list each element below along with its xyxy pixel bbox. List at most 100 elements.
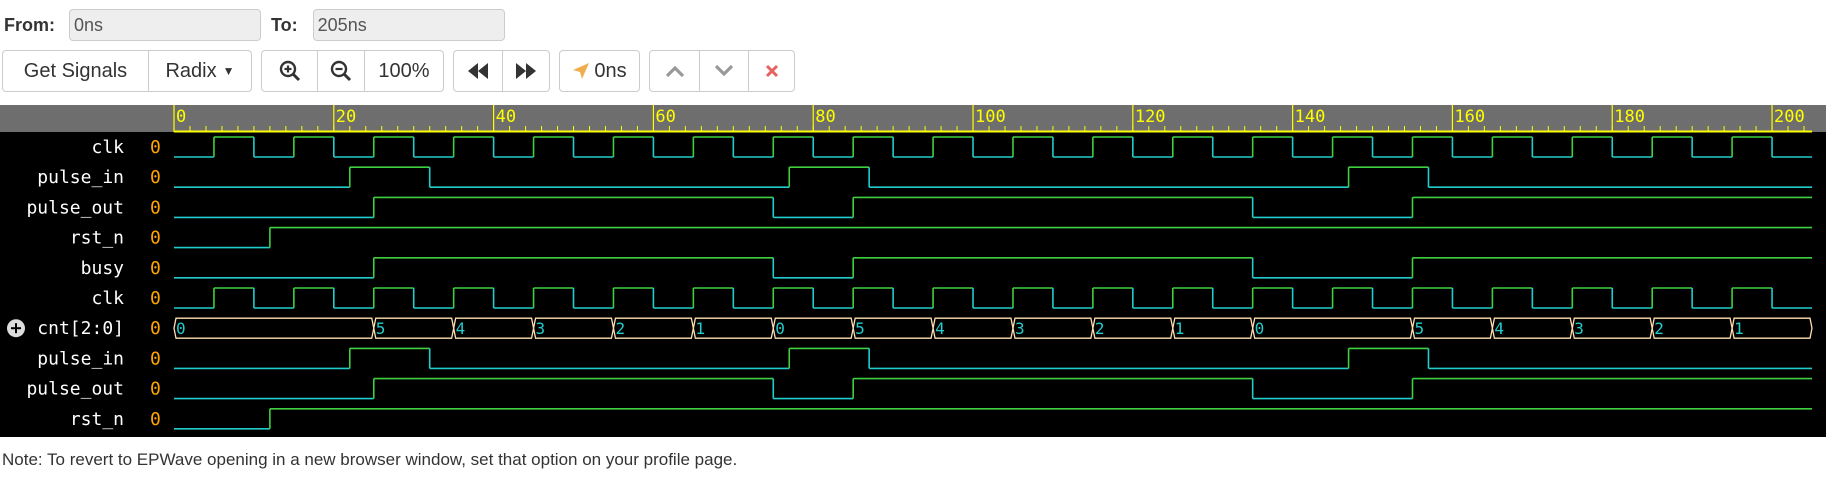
bus-value-label: 0 bbox=[775, 319, 785, 338]
bus-value-label: 2 bbox=[1654, 319, 1664, 338]
signal-name[interactable]: rst_n bbox=[70, 409, 124, 430]
bus-value-label: 1 bbox=[1734, 319, 1744, 338]
signal-value: 0 bbox=[150, 137, 161, 158]
fast-backward-icon bbox=[468, 63, 488, 79]
bus-value-label: 0 bbox=[176, 319, 186, 338]
bus-value-label: 4 bbox=[1494, 319, 1504, 338]
timeline-header bbox=[0, 105, 1826, 132]
bus-segment bbox=[1411, 317, 1494, 339]
move-up-button[interactable] bbox=[649, 50, 700, 92]
bus-segment bbox=[1012, 317, 1094, 339]
bus-segment bbox=[173, 317, 375, 339]
signal-value: 0 bbox=[150, 318, 161, 339]
timeline-tick-label: 160 bbox=[1454, 107, 1485, 127]
next-edge-button[interactable] bbox=[502, 50, 550, 92]
chevron-up-icon bbox=[665, 65, 684, 78]
bus-value-label: 4 bbox=[456, 319, 466, 338]
bus-value-label: 2 bbox=[615, 319, 625, 338]
bus-segment bbox=[373, 317, 455, 339]
bus-value-label: 1 bbox=[1175, 319, 1185, 338]
radix-label: Radix bbox=[165, 59, 217, 82]
timeline-tick-label: 180 bbox=[1614, 107, 1645, 127]
zoom-level-button[interactable]: 100% bbox=[364, 50, 444, 92]
fast-forward-icon bbox=[516, 63, 536, 79]
timeline-tick-label: 40 bbox=[496, 107, 516, 127]
signal-value: 0 bbox=[150, 379, 161, 400]
zoom-out-button[interactable] bbox=[317, 50, 365, 92]
signal-name[interactable]: clk bbox=[91, 288, 124, 309]
signal-value: 0 bbox=[150, 197, 161, 218]
signals-group: Get Signals Radix ▼ bbox=[2, 50, 252, 92]
remove-signal-button[interactable] bbox=[748, 50, 795, 92]
timeline-tick-label: 120 bbox=[1135, 107, 1166, 127]
timeline-tick-label: 20 bbox=[336, 107, 356, 127]
bus-value-label: 4 bbox=[935, 319, 945, 338]
waveform-viewer: 0 20 40 60 80 100 120 140 160 180 200 clk 0 pulse_in 0… bbox=[0, 105, 1826, 437]
timeline-tick-label: 0 bbox=[176, 107, 186, 127]
timeline-tick-label: 60 bbox=[655, 107, 675, 127]
from-input[interactable] bbox=[69, 9, 261, 41]
signal-value: 0 bbox=[150, 288, 161, 309]
bus-value-label: 1 bbox=[695, 319, 705, 338]
zoom-out-icon bbox=[330, 60, 352, 82]
bus-segment bbox=[612, 317, 695, 339]
bus-segment bbox=[1172, 317, 1254, 339]
bus-segment bbox=[1252, 317, 1414, 339]
cursor-time-label: 0ns bbox=[594, 59, 627, 82]
bus-segment bbox=[532, 317, 615, 339]
signal-order-group bbox=[649, 50, 795, 92]
time-range-bar: From: To: bbox=[4, 8, 505, 42]
to-label: To: bbox=[271, 14, 298, 35]
waveform-canvas[interactable]: 0 20 40 60 80 100 120 140 160 180 200clk 0pulse_in 0… bbox=[0, 105, 1826, 437]
cursor-time-button[interactable]: 0ns bbox=[559, 50, 640, 92]
signal-name[interactable]: pulse_out bbox=[26, 197, 124, 218]
timeline-tick-label: 140 bbox=[1295, 107, 1326, 127]
bus-segment bbox=[1651, 317, 1733, 339]
bus-segment bbox=[932, 317, 1014, 339]
signal-value: 0 bbox=[150, 348, 161, 369]
signal-value: 0 bbox=[150, 228, 161, 249]
previous-edge-button[interactable] bbox=[453, 50, 503, 92]
bus-segment bbox=[1092, 317, 1174, 339]
bus-value-label: 5 bbox=[1414, 319, 1424, 338]
bus-segment bbox=[772, 317, 854, 339]
footer-note: Note: To revert to EPWave opening in a n… bbox=[2, 450, 738, 469]
zoom-in-icon bbox=[279, 60, 300, 82]
signal-value: 0 bbox=[150, 258, 161, 279]
bus-segment bbox=[692, 317, 774, 339]
signal-name[interactable]: busy bbox=[81, 258, 125, 279]
cursor-group: 0ns bbox=[559, 50, 640, 92]
signal-name[interactable]: rst_n bbox=[70, 228, 124, 249]
to-input[interactable] bbox=[312, 9, 505, 41]
zoom-in-button[interactable] bbox=[261, 50, 318, 92]
bus-segment bbox=[1571, 317, 1653, 339]
signal-name[interactable]: cnt[2:0] bbox=[37, 318, 124, 339]
close-icon bbox=[765, 64, 778, 78]
timeline-tick-label: 200 bbox=[1774, 107, 1805, 127]
move-down-button[interactable] bbox=[699, 50, 749, 92]
signal-name[interactable]: pulse_in bbox=[37, 167, 124, 188]
timeline-tick-label: 100 bbox=[975, 107, 1006, 127]
location-arrow-icon bbox=[573, 63, 590, 79]
bus-value-label: 5 bbox=[376, 319, 386, 338]
bus-value-label: 3 bbox=[1574, 319, 1584, 338]
signal-name[interactable]: pulse_out bbox=[26, 379, 124, 400]
signal-name[interactable]: pulse_in bbox=[37, 348, 124, 369]
get-signals-button[interactable]: Get Signals bbox=[2, 50, 149, 92]
signal-name[interactable]: clk bbox=[91, 137, 124, 158]
chevron-down-icon bbox=[714, 64, 734, 77]
toolbar: Get Signals Radix ▼ 100% 0ns bbox=[2, 50, 804, 92]
navigation-group bbox=[453, 50, 550, 92]
bus-segment bbox=[852, 317, 934, 339]
bus-value-label: 0 bbox=[1255, 319, 1265, 338]
bus-value-label: 5 bbox=[855, 319, 865, 338]
zoom-group: 100% bbox=[261, 50, 444, 92]
timeline-tick-label: 80 bbox=[815, 107, 835, 127]
bus-value-label: 3 bbox=[536, 319, 546, 338]
bus-segment bbox=[1491, 317, 1573, 339]
bus-value-label: 2 bbox=[1095, 319, 1105, 338]
bus-segment bbox=[452, 317, 535, 339]
caret-down-icon: ▼ bbox=[222, 64, 235, 78]
radix-button[interactable]: Radix ▼ bbox=[148, 50, 252, 92]
signal-value: 0 bbox=[150, 167, 161, 188]
